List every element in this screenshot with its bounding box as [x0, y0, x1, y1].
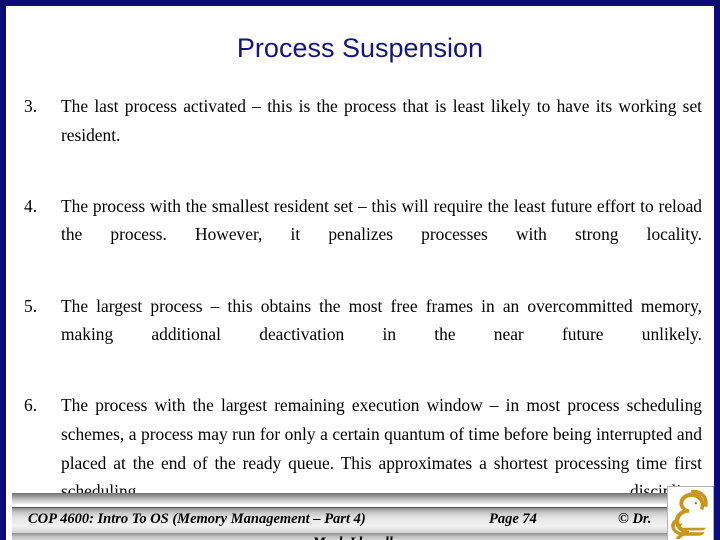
footer-top-divider — [12, 493, 714, 504]
list-item: 5. The largest process – this obtains th… — [12, 292, 710, 378]
footer-course-label: COP 4600: Intro To OS (Memory Management… — [28, 511, 366, 527]
footer-page-number: Page 74 — [489, 511, 537, 527]
page-title: Process Suspension — [236, 33, 484, 63]
slide-canvas: Process Suspension 3. The last process a… — [0, 0, 720, 540]
list-item-number: 5. — [24, 295, 38, 316]
footer-author: Mark Llewellyn — [6, 535, 714, 540]
bullet-list: 3. The last process activated – this is … — [12, 92, 710, 540]
ucf-pegasus-logo — [667, 486, 714, 540]
list-item-number: 6. — [24, 395, 38, 416]
list-item: 4. The process with the smallest residen… — [12, 192, 710, 278]
list-item-text: The largest process – this obtains the m… — [61, 295, 702, 345]
list-item: 3. The last process activated – this is … — [12, 92, 710, 178]
list-item-text: The last process activated – this is the… — [61, 96, 702, 145]
list-item-number: 4. — [24, 195, 38, 216]
list-item-number: 3. — [24, 96, 38, 116]
list-item-text: The process with the smallest resident s… — [61, 195, 702, 245]
footer-copyright: © Dr. — [618, 511, 652, 527]
